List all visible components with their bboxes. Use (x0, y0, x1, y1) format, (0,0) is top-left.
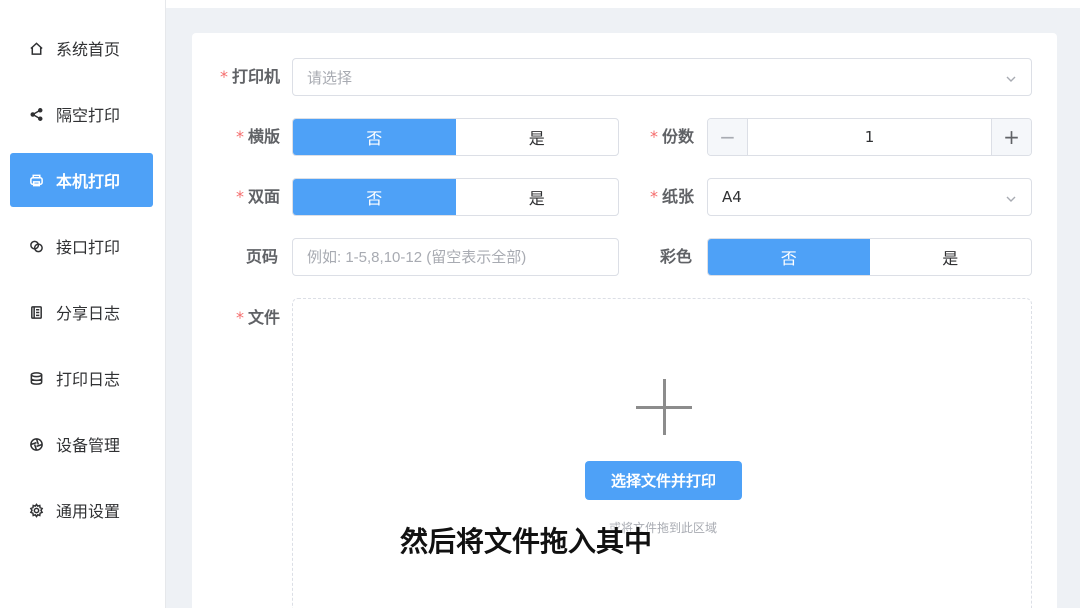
chevron-down-icon (1005, 191, 1017, 203)
copies-value[interactable]: 1 (748, 119, 991, 155)
gear-icon (28, 502, 44, 518)
duplex-option-no[interactable]: 否 (293, 179, 456, 215)
video-subtitle: 然后将文件拖入其中 (400, 525, 653, 558)
sidebar-item-label: 通用设置 (56, 502, 121, 521)
sidebar-item-general-settings[interactable]: 通用设置 (10, 483, 153, 537)
sidebar-item-label: 接口打印 (56, 238, 121, 257)
sidebar-item-airprint[interactable]: 隔空打印 (10, 87, 153, 141)
landscape-option-no[interactable]: 否 (293, 119, 456, 155)
copies-decrement-button[interactable]: − (708, 119, 748, 155)
duplex-toggle: 否 是 (292, 178, 619, 216)
paper-select[interactable]: A4 (707, 178, 1032, 216)
paper-label: * 纸张 (649, 187, 694, 206)
landscape-toggle: 否 是 (292, 118, 619, 156)
link-icon (28, 238, 44, 254)
copies-stepper: − 1 + (707, 118, 1032, 156)
printer-label: * 打印机 (219, 67, 280, 86)
chevron-down-icon (1005, 71, 1017, 83)
sidebar-item-share-log[interactable]: 分享日志 (10, 285, 153, 339)
sidebar-item-label: 系统首页 (56, 40, 121, 59)
copies-increment-button[interactable]: + (991, 119, 1031, 155)
database-icon (28, 370, 44, 386)
pages-label: 页码 (245, 247, 278, 266)
file-label: * 文件 (235, 308, 280, 327)
copies-label: * 份数 (649, 127, 694, 146)
file-drop-zone[interactable]: 选择文件并打印 或将文件拖到此区域 (292, 298, 1032, 608)
sidebar-item-print-log[interactable]: 打印日志 (10, 351, 153, 405)
plus-icon (636, 379, 692, 435)
landscape-label: * 横版 (235, 127, 280, 146)
sidebar-item-api-print[interactable]: 接口打印 (10, 219, 153, 273)
pages-input[interactable] (292, 238, 619, 276)
document-icon (28, 304, 44, 320)
landscape-option-yes[interactable]: 是 (456, 119, 619, 155)
printer-select[interactable]: 请选择 (292, 58, 1032, 96)
sidebar-item-label: 隔空打印 (56, 106, 121, 125)
color-option-yes[interactable]: 是 (870, 239, 1032, 275)
printer-icon (28, 172, 44, 188)
color-toggle: 否 是 (707, 238, 1032, 276)
duplex-option-yes[interactable]: 是 (456, 179, 619, 215)
sidebar-item-label: 打印日志 (56, 370, 121, 389)
color-option-no[interactable]: 否 (708, 239, 870, 275)
home-icon (28, 40, 44, 56)
aperture-icon (28, 436, 44, 452)
sidebar: 系统首页 隔空打印 本机打印 接口打印 分享日志 打印日志 设备管理 通用设置 (0, 0, 166, 608)
select-file-print-button[interactable]: 选择文件并打印 (585, 461, 742, 500)
paper-value: A4 (722, 188, 742, 206)
sidebar-item-label: 分享日志 (56, 304, 121, 323)
printer-placeholder: 请选择 (307, 68, 353, 87)
duplex-label: * 双面 (235, 187, 280, 206)
sidebar-item-device-mgmt[interactable]: 设备管理 (10, 417, 153, 471)
sidebar-item-label: 设备管理 (56, 436, 121, 455)
share-icon (28, 106, 44, 122)
sidebar-item-home[interactable]: 系统首页 (10, 21, 153, 75)
sidebar-item-local-print[interactable]: 本机打印 (10, 153, 153, 207)
color-label: 彩色 (659, 247, 692, 266)
sidebar-item-label: 本机打印 (56, 172, 121, 191)
